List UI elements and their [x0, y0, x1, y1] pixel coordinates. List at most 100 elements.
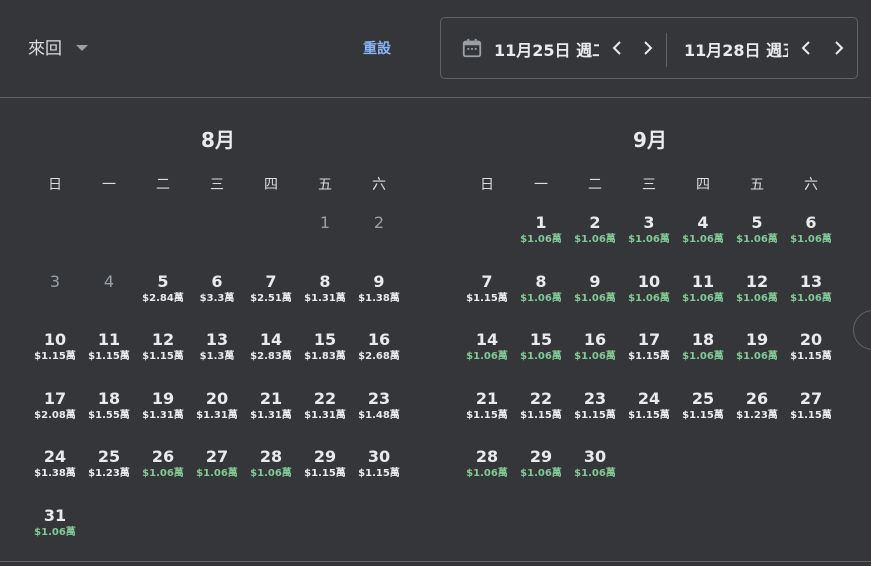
return-date-field[interactable]: 11月28日 週五: [684, 37, 788, 61]
day-price: $1.06萬: [682, 292, 724, 304]
day-number: 6: [211, 271, 223, 291]
day-number: 31: [43, 505, 67, 525]
calendar-day[interactable]: 15 $1.83萬: [298, 330, 352, 380]
calendar-day[interactable]: 27 $1.06萬: [190, 447, 244, 497]
chevron-left-icon: [801, 41, 810, 55]
calendar-day[interactable]: 13 $1.06萬: [784, 272, 838, 322]
day-number: 20: [205, 388, 229, 408]
calendar-day[interactable]: 12 $1.15萬: [136, 330, 190, 380]
calendar-day[interactable]: 17 $1.15萬: [622, 330, 676, 380]
calendar-day[interactable]: 5 $2.84萬: [136, 272, 190, 322]
calendar-day[interactable]: 14 $2.83萬: [244, 330, 298, 380]
calendar-day[interactable]: 25 $1.23萬: [82, 447, 136, 497]
calendar-day[interactable]: 21 $1.15萬: [460, 389, 514, 439]
calendar-day[interactable]: 18 $1.06萬: [676, 330, 730, 380]
calendar-day[interactable]: 6 $1.06萬: [784, 213, 838, 263]
calendar-day[interactable]: 4 $1.06萬: [676, 213, 730, 263]
calendar-day[interactable]: 26 $1.23萬: [730, 389, 784, 439]
calendar-day[interactable]: 25 $1.15萬: [676, 389, 730, 439]
calendar-day[interactable]: 14 $1.06萬: [460, 330, 514, 380]
calendar-day[interactable]: 2 $1.06萬: [568, 213, 622, 263]
next-months-button[interactable]: [853, 310, 871, 350]
calendar-day[interactable]: 20 $1.31萬: [190, 389, 244, 439]
calendar-day[interactable]: 28 $1.06萬: [460, 447, 514, 497]
calendar-day[interactable]: 21 $1.31萬: [244, 389, 298, 439]
departure-next-button[interactable]: [636, 35, 660, 61]
day-price: $1.06萬: [196, 468, 238, 479]
calendar-day[interactable]: 11 $1.06萬: [676, 272, 730, 322]
weekday-header: 日: [48, 177, 62, 193]
day-number: 15: [529, 330, 553, 349]
calendar-day[interactable]: 22 $1.31萬: [298, 389, 352, 439]
day-number: 10: [637, 271, 661, 291]
calendar-day[interactable]: 29 $1.15萬: [298, 447, 352, 497]
calendar-day[interactable]: 13 $1.3萬: [190, 330, 244, 380]
trip-type-select[interactable]: 來回: [28, 34, 88, 59]
day-price: $1.06萬: [520, 234, 562, 245]
calendar-day[interactable]: 11 $1.15萬: [82, 330, 136, 380]
day-number: 4: [697, 213, 709, 232]
day-price: $1.38萬: [358, 292, 400, 304]
day-number: 9: [589, 271, 601, 291]
day-number: 6: [805, 213, 817, 232]
day-number: 27: [205, 447, 229, 466]
day-price: $1.38萬: [34, 468, 76, 479]
weekday-header: 一: [534, 177, 548, 193]
calendar-day[interactable]: 8 $1.31萬: [298, 272, 352, 322]
calendar-day[interactable]: 9 $1.38萬: [352, 272, 406, 322]
day-price: $1.15萬: [790, 409, 832, 421]
day-number: 20: [799, 330, 823, 349]
day-number: 12: [151, 330, 175, 349]
return-next-button[interactable]: [827, 35, 851, 61]
day-number: 1: [319, 213, 331, 232]
reset-button[interactable]: 重設: [363, 38, 391, 58]
calendar-day[interactable]: 30 $1.15萬: [352, 447, 406, 497]
calendar-icon: [462, 38, 482, 58]
departure-prev-button[interactable]: [605, 35, 629, 61]
calendar-day[interactable]: 30 $1.06萬: [568, 447, 622, 497]
calendar-day[interactable]: 10 $1.15萬: [28, 330, 82, 380]
calendar-day[interactable]: 19 $1.31萬: [136, 389, 190, 439]
calendar-day[interactable]: 31 $1.06萬: [28, 506, 82, 556]
calendar-day[interactable]: 20 $1.15萬: [784, 330, 838, 380]
calendar-day[interactable]: 9 $1.06萬: [568, 272, 622, 322]
calendar-day[interactable]: 19 $1.06萬: [730, 330, 784, 380]
calendar-day[interactable]: 16 $1.06萬: [568, 330, 622, 380]
calendar-day[interactable]: 23 $1.48萬: [352, 389, 406, 439]
calendar-day[interactable]: 8 $1.06萬: [514, 272, 568, 322]
calendar-day[interactable]: 12 $1.06萬: [730, 272, 784, 322]
day-number: 25: [691, 388, 715, 408]
calendar-day[interactable]: 28 $1.06萬: [244, 447, 298, 497]
weekday-header: 三: [642, 177, 656, 193]
departure-date-field[interactable]: 11月25日 週二: [494, 37, 599, 61]
weekday-header: 四: [264, 177, 278, 193]
return-prev-button[interactable]: [794, 35, 818, 61]
calendar-day[interactable]: 16 $2.68萬: [352, 330, 406, 380]
calendar-day[interactable]: 27 $1.15萬: [784, 389, 838, 439]
day-price: $1.15萬: [682, 409, 724, 421]
calendar-day[interactable]: 10 $1.06萬: [622, 272, 676, 322]
day-price: $1.15萬: [628, 409, 670, 421]
calendar-day[interactable]: 5 $1.06萬: [730, 213, 784, 263]
day-price: $1.31萬: [250, 409, 292, 421]
calendar-day[interactable]: 7 $2.51萬: [244, 272, 298, 322]
calendar-day[interactable]: 3 $1.06萬: [622, 213, 676, 263]
calendar-day[interactable]: 15 $1.06萬: [514, 330, 568, 380]
calendar-day[interactable]: 24 $1.38萬: [28, 447, 82, 497]
calendar-day[interactable]: 7 $1.15萬: [460, 272, 514, 322]
calendar-day[interactable]: 17 $2.08萬: [28, 389, 82, 439]
day-price: $1.31萬: [196, 409, 238, 421]
day-number: 11: [97, 330, 121, 349]
calendar-day[interactable]: 6 $3.3萬: [190, 272, 244, 322]
calendar-day[interactable]: 1 $1.06萬: [514, 213, 568, 263]
day-price: $1.23萬: [88, 468, 130, 479]
calendar-day[interactable]: 18 $1.55萬: [82, 389, 136, 439]
day-price: $1.06萬: [790, 234, 832, 245]
day-number: 13: [799, 271, 823, 291]
calendar-day[interactable]: 23 $1.15萬: [568, 389, 622, 439]
calendar-day[interactable]: 26 $1.06萬: [136, 447, 190, 497]
calendar-day[interactable]: 22 $1.15萬: [514, 389, 568, 439]
calendar-day[interactable]: 24 $1.15萬: [622, 389, 676, 439]
calendar-day[interactable]: 29 $1.06萬: [514, 447, 568, 497]
day-price: $1.48萬: [358, 409, 400, 421]
